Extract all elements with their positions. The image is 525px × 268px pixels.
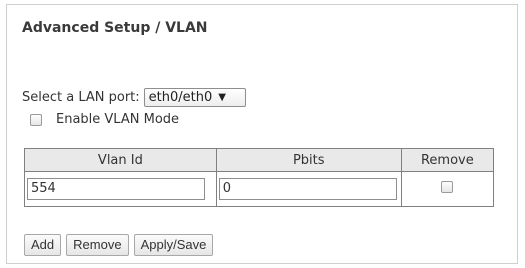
enable-vlan-mode-checkbox[interactable] — [30, 113, 42, 126]
page-title: Advanced Setup / VLAN — [22, 20, 208, 36]
vlan-id-input[interactable]: 554 — [27, 178, 205, 200]
column-header-pbits: Pbits — [215, 148, 402, 172]
pbits-cell: 0 — [215, 171, 402, 207]
vlan-table: Vlan Id Pbits Remove 554 0 — [24, 148, 495, 207]
lan-port-selected-value: eth0/eth0 — [148, 90, 213, 105]
action-buttons: Add Remove Apply/Save — [24, 234, 218, 256]
vlan-mode-row: Enable VLAN Mode — [30, 112, 179, 127]
remove-cell — [400, 171, 495, 207]
table-row: 554 0 — [24, 171, 495, 207]
enable-vlan-mode-label: Enable VLAN Mode — [56, 112, 180, 127]
table-header-row: Vlan Id Pbits Remove — [24, 148, 495, 172]
column-header-remove: Remove — [400, 148, 495, 172]
pbits-input[interactable]: 0 — [218, 178, 397, 200]
lan-port-label: Select a LAN port: — [22, 90, 140, 105]
add-button[interactable]: Add — [24, 234, 62, 256]
lan-port-row: Select a LAN port: eth0/eth0 ▼ — [22, 88, 246, 107]
apply-save-button[interactable]: Apply/Save — [133, 234, 214, 256]
column-header-vlan-id: Vlan Id — [24, 148, 217, 172]
remove-button[interactable]: Remove — [66, 234, 129, 256]
content-panel — [6, 4, 518, 264]
chevron-down-icon: ▼ — [218, 92, 226, 103]
vlan-id-cell: 554 — [24, 171, 217, 207]
lan-port-select[interactable]: eth0/eth0 ▼ — [143, 88, 246, 107]
remove-row-checkbox[interactable] — [441, 181, 454, 193]
